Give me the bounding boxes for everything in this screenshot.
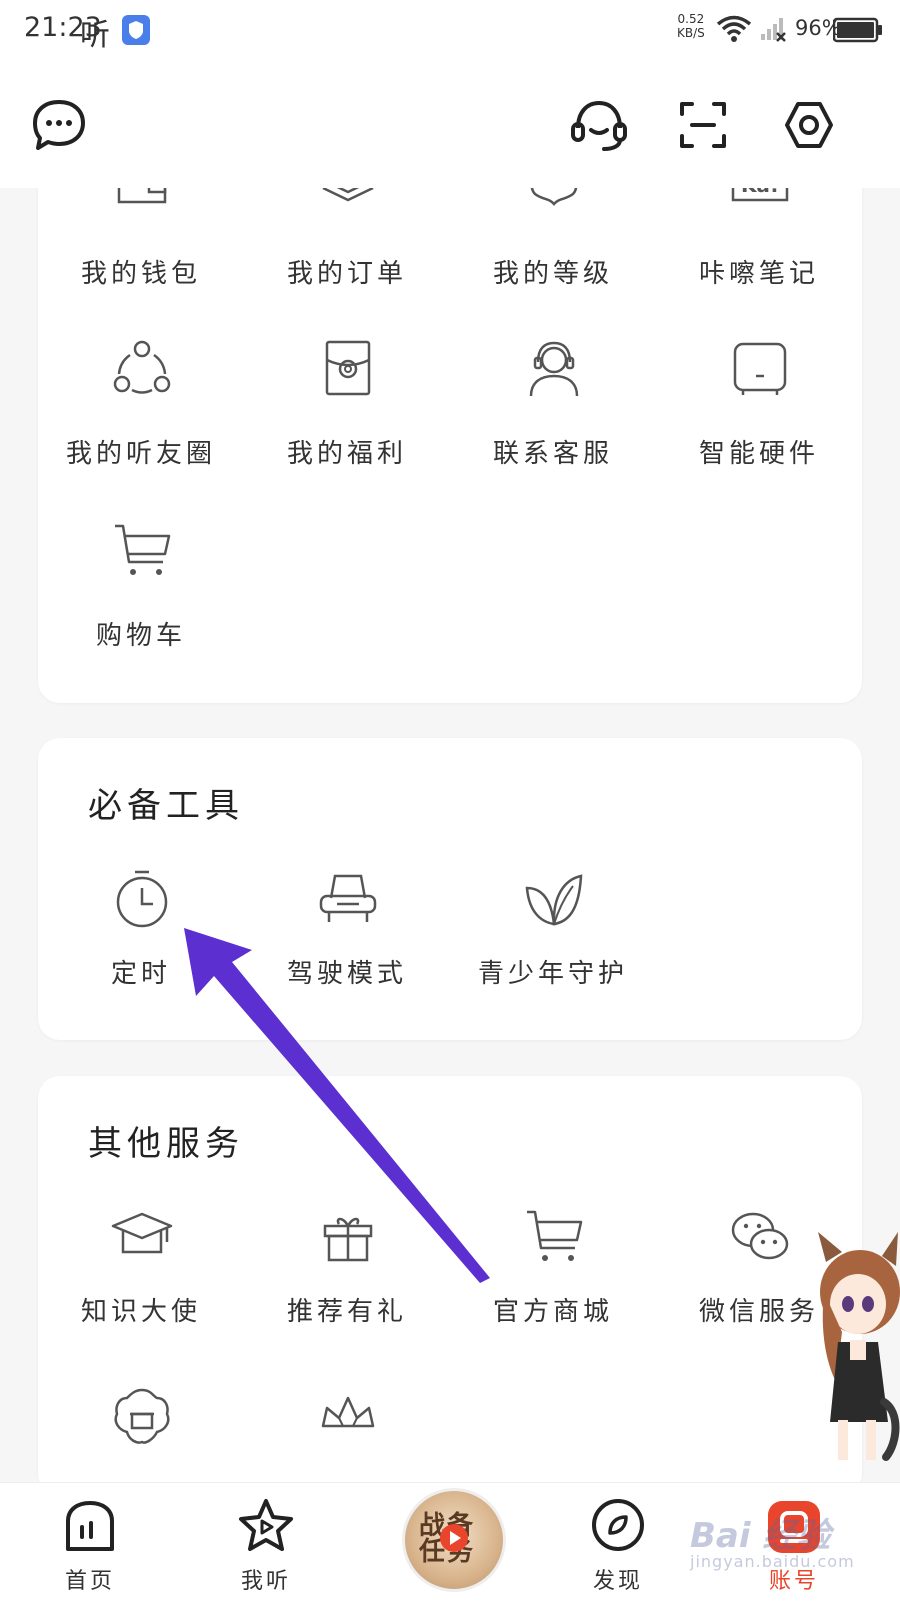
grid-item-label: 购物车 bbox=[95, 621, 186, 651]
section-title-services: 其他服务 bbox=[88, 1124, 244, 1164]
nav-label: 我听 bbox=[240, 1569, 291, 1594]
grid-item-driving-mode[interactable]: 驾驶模式 bbox=[244, 868, 450, 1028]
grid-item-label: 联系客服 bbox=[492, 439, 613, 469]
grid-item-label: 定时 bbox=[110, 959, 171, 989]
nav-discover[interactable]: 发现 bbox=[558, 1483, 678, 1601]
gift-icon bbox=[323, 1217, 373, 1262]
circle-icon bbox=[113, 340, 171, 394]
signal-icon bbox=[761, 18, 786, 42]
section-title-tools: 必备工具 bbox=[88, 786, 244, 826]
play-icon bbox=[440, 1524, 468, 1552]
crown-icon bbox=[321, 1396, 375, 1428]
smart-device-icon bbox=[733, 342, 787, 395]
grid-item-level[interactable]: LV 我的等级 bbox=[450, 188, 656, 318]
grid-item-label: 推荐有礼 bbox=[286, 1297, 407, 1327]
grid-item-label: 我的订单 bbox=[286, 259, 407, 289]
nav-label: 首页 bbox=[64, 1569, 115, 1594]
grid-item-more-1[interactable] bbox=[38, 1386, 244, 1482]
support-agent-icon bbox=[529, 341, 579, 397]
home-icon bbox=[66, 1501, 114, 1551]
nav-label: 发现 bbox=[592, 1569, 643, 1594]
scan-icon[interactable] bbox=[672, 94, 734, 156]
nav-home[interactable]: 首页 bbox=[30, 1483, 150, 1601]
mini-player-cover[interactable]: 战备 任务 bbox=[402, 1488, 506, 1592]
gift-box-flower-icon bbox=[114, 1388, 170, 1444]
watermark-logo: Bai 经验 bbox=[690, 1516, 831, 1556]
discover-icon bbox=[592, 1499, 644, 1551]
grid-item-label: 智能硬件 bbox=[698, 439, 819, 469]
grid-item-more-2[interactable] bbox=[244, 1386, 450, 1482]
svg-text:LV: LV bbox=[544, 188, 564, 193]
shopping-cart-icon bbox=[527, 1210, 583, 1261]
timer-icon bbox=[116, 870, 168, 928]
grid-item-smart-hardware[interactable]: 智能硬件 bbox=[656, 338, 862, 498]
net-speed-unit: KB/S bbox=[677, 26, 705, 40]
nav-my-listen[interactable]: 我听 bbox=[206, 1483, 326, 1601]
wechat-icon bbox=[731, 1212, 789, 1260]
scroll-content[interactable]: 我的钱包 我的订单 LV 我的等级 Ka! 咔嚓笔记 bbox=[0, 188, 900, 1482]
grid-item-label: 知识大使 bbox=[80, 1297, 201, 1327]
orders-icon bbox=[322, 188, 374, 202]
card-my-features: 我的钱包 我的订单 LV 我的等级 Ka! 咔嚓笔记 bbox=[38, 188, 862, 703]
message-icon[interactable] bbox=[28, 94, 90, 156]
grid-item-welfare[interactable]: 我的福利 bbox=[244, 338, 450, 498]
grid-item-label: 我的钱包 bbox=[80, 259, 201, 289]
grid-item-shopping-cart[interactable]: 购物车 bbox=[38, 520, 244, 680]
wallet-icon bbox=[117, 188, 167, 204]
net-speed: 0.52 KB/S bbox=[677, 12, 705, 40]
grid-item-wallet[interactable]: 我的钱包 bbox=[38, 188, 244, 318]
grid-item-knowledge-ambassador[interactable]: 知识大使 bbox=[38, 1206, 244, 1366]
svg-text:Ka!: Ka! bbox=[741, 188, 779, 197]
settings-icon[interactable] bbox=[778, 94, 840, 156]
card-essential-tools: 必备工具 定时 驾驶模式 青少年守护 bbox=[38, 738, 862, 1040]
grid-item-label: 官方商城 bbox=[492, 1297, 613, 1327]
grid-item-notes[interactable]: Ka! 咔嚓笔记 bbox=[656, 188, 862, 318]
top-bar bbox=[0, 64, 900, 188]
net-speed-value: 0.52 bbox=[677, 12, 705, 26]
shield-icon bbox=[122, 15, 150, 45]
welfare-icon bbox=[325, 340, 371, 396]
level-icon: LV bbox=[530, 188, 578, 206]
battery-icon bbox=[833, 17, 882, 43]
grid-item-label: 我的福利 bbox=[286, 439, 407, 469]
customer-service-icon[interactable] bbox=[568, 94, 630, 156]
grid-item-label: 咔嚓笔记 bbox=[698, 259, 819, 289]
mascot-character bbox=[818, 1232, 900, 1461]
grid-item-orders[interactable]: 我的订单 bbox=[244, 188, 450, 318]
app-indicator: 听 bbox=[80, 18, 110, 53]
watermark-url: jingyan.baidu.com bbox=[690, 1552, 855, 1571]
grid-item-referral-gift[interactable]: 推荐有礼 bbox=[244, 1206, 450, 1366]
grid-item-official-store[interactable]: 官方商城 bbox=[450, 1206, 656, 1366]
leaf-icon bbox=[525, 874, 583, 926]
status-bar: 21:23 听 0.52 KB/S 96% bbox=[0, 0, 900, 64]
grid-item-label: 我的等级 bbox=[492, 259, 613, 289]
wifi-icon bbox=[716, 15, 752, 42]
grid-item-label: 我的听友圈 bbox=[65, 439, 216, 469]
grid-item-label: 驾驶模式 bbox=[286, 959, 407, 989]
graduation-cap-icon bbox=[111, 1212, 173, 1254]
car-icon bbox=[319, 874, 377, 922]
grid-item-listener-circle[interactable]: 我的听友圈 bbox=[38, 338, 244, 498]
star-play-icon bbox=[239, 1499, 293, 1551]
card-other-services: 其他服务 知识大使 推荐有礼 官方商城 微信服务 bbox=[38, 1076, 862, 1482]
grid-item-contact-support[interactable]: 联系客服 bbox=[450, 338, 656, 498]
grid-item-youth-guard[interactable]: 青少年守护 bbox=[450, 868, 656, 1028]
grid-item-timer[interactable]: 定时 bbox=[38, 868, 244, 1028]
cart-icon bbox=[115, 524, 171, 575]
grid-item-label: 青少年守护 bbox=[477, 959, 628, 989]
notes-icon: Ka! bbox=[731, 188, 789, 202]
